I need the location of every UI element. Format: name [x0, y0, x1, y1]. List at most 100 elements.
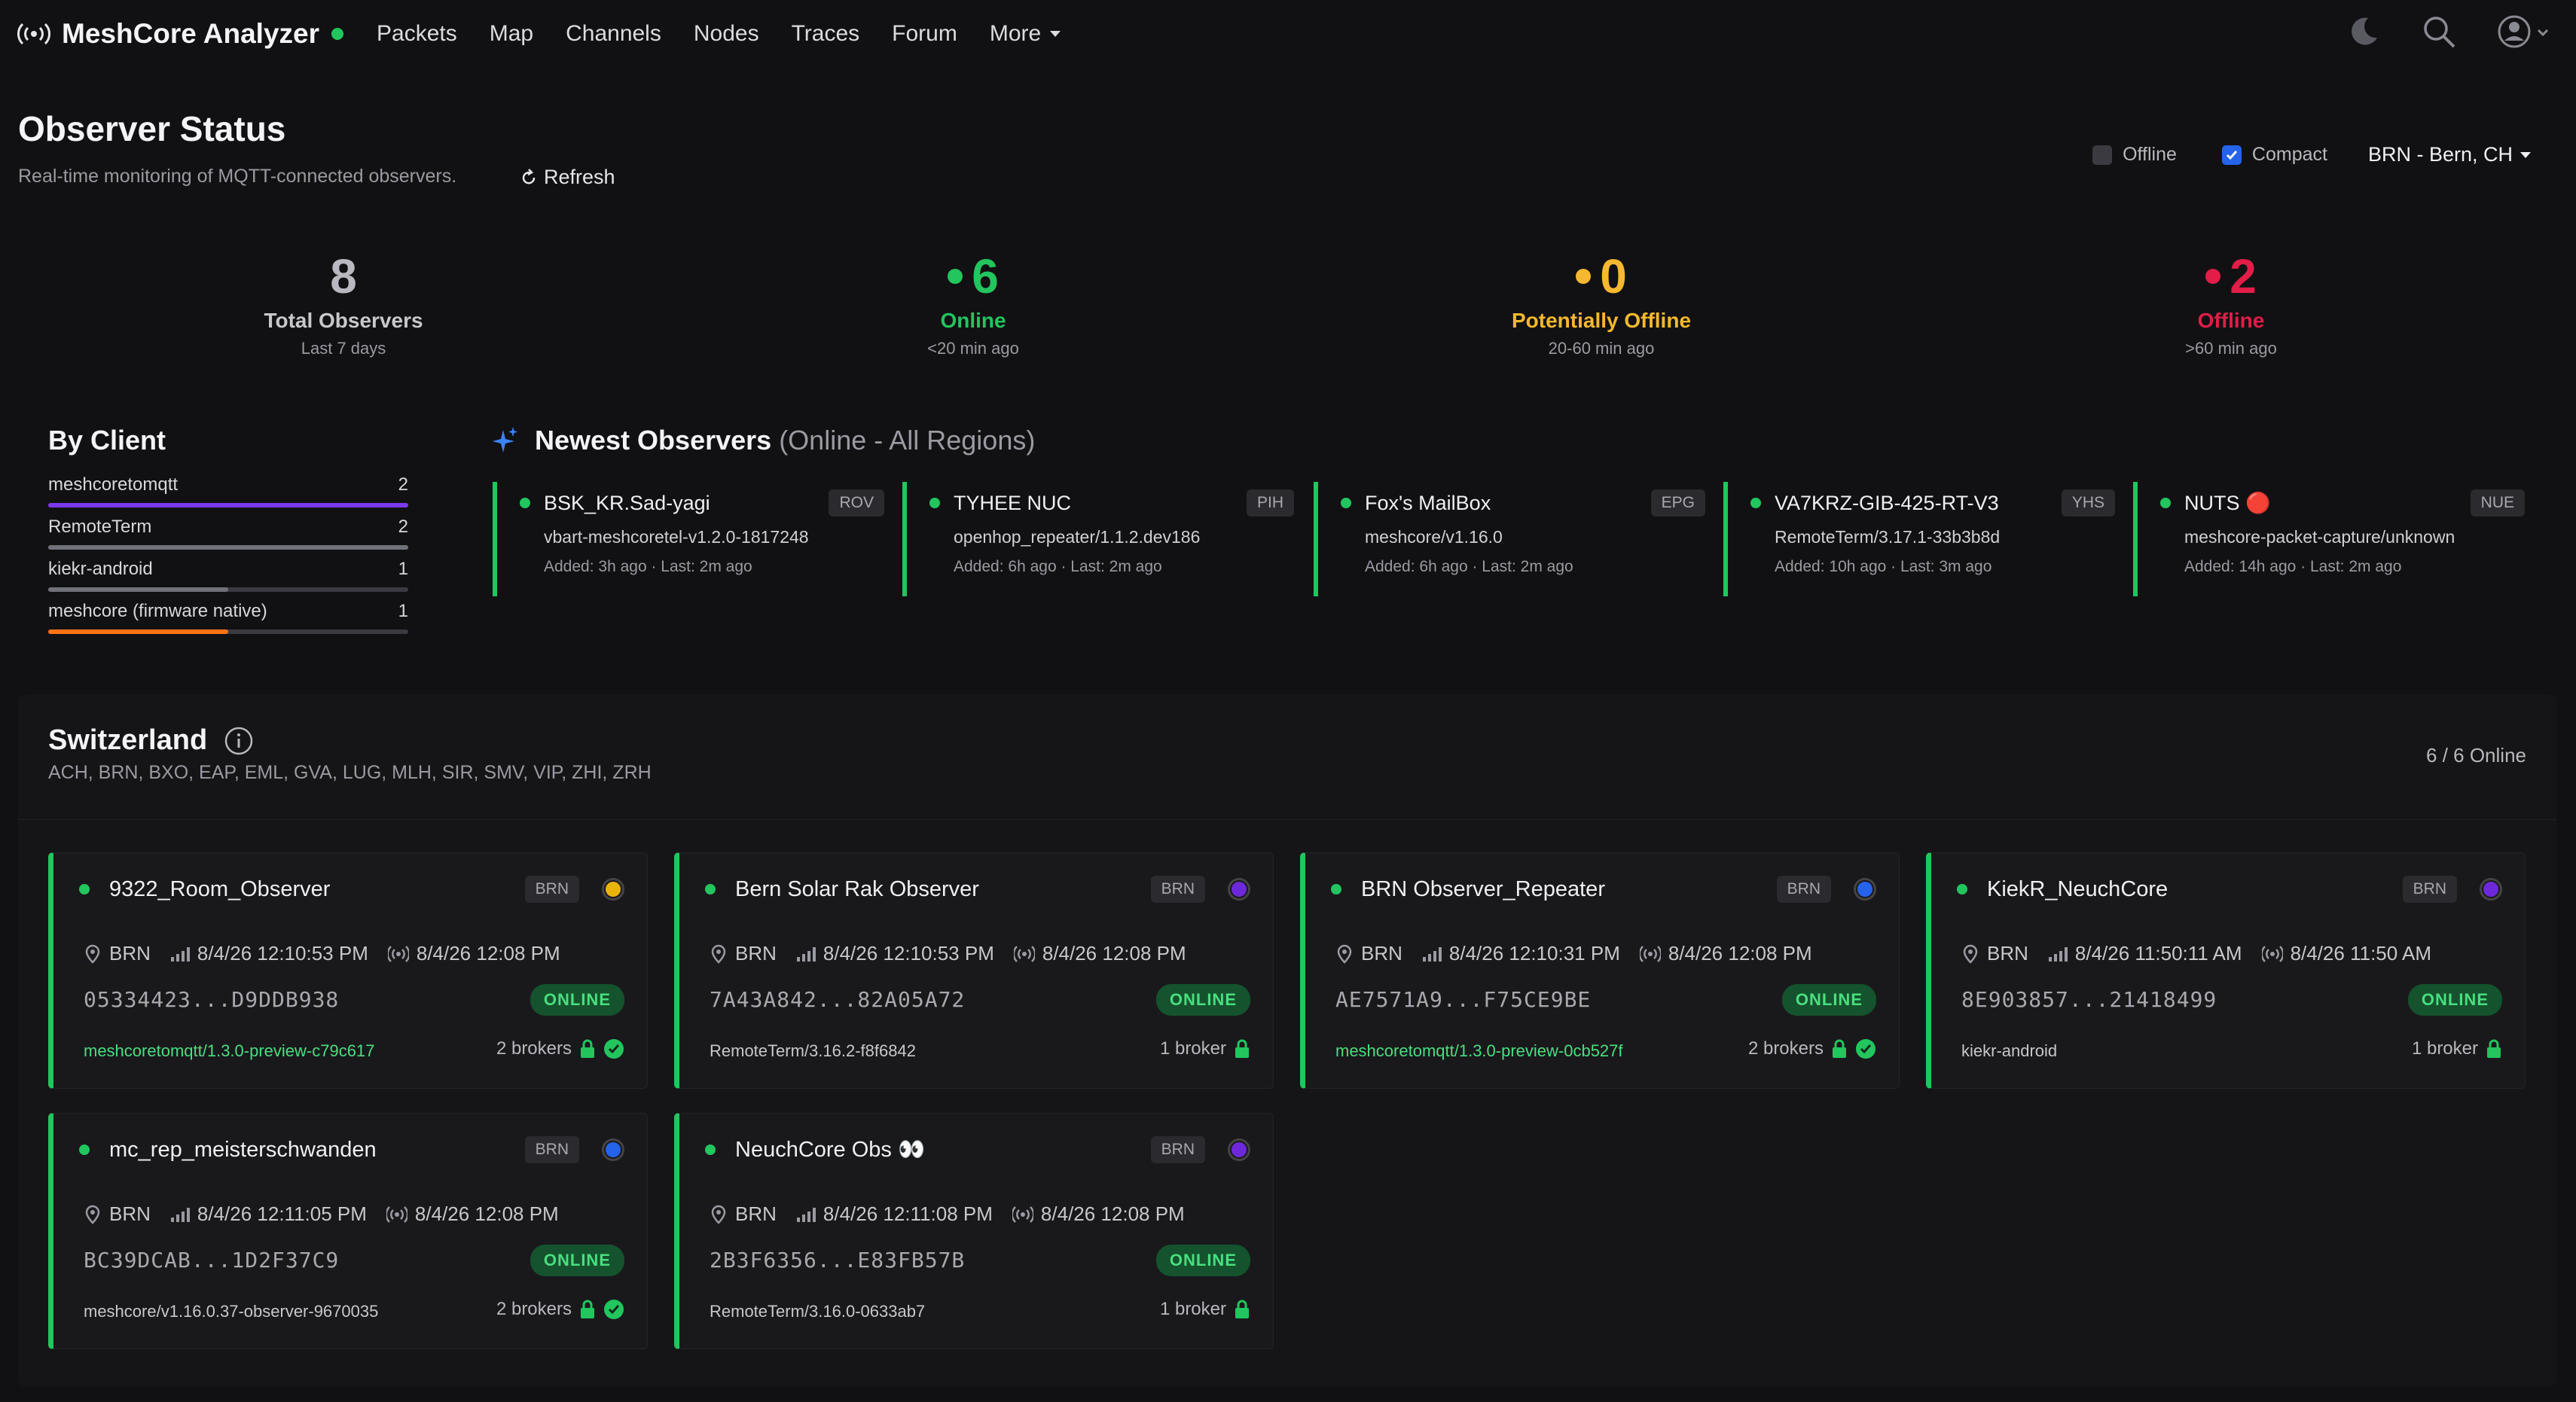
stat-status-dot	[948, 269, 963, 284]
compact-filter[interactable]: Compact	[2221, 144, 2327, 166]
observer-name: mc_rep_meisterschwanden	[109, 1137, 377, 1162]
online-dot	[705, 1144, 716, 1155]
observer-card[interactable]: BRN Observer_Repeater BRN BRN 8/4/26 12:…	[1300, 852, 1900, 1089]
client-color-fill	[606, 882, 621, 897]
search-icon[interactable]	[2421, 14, 2457, 50]
observer-card[interactable]: mc_rep_meisterschwanden BRN BRN 8/4/26 1…	[48, 1113, 648, 1349]
observer-last-packet: 8/4/26 12:11:05 PM	[170, 1202, 367, 1226]
online-dot	[2160, 498, 2171, 508]
newest-observer-card[interactable]: NUTS 🔴 NUE meshcore-packet-capture/unkno…	[2133, 482, 2525, 596]
observer-last-packet: 8/4/26 12:10:53 PM	[170, 942, 368, 965]
signal-bars-icon	[170, 1207, 190, 1222]
location-pin-icon	[711, 1205, 726, 1224]
client-color-fill	[1232, 1142, 1247, 1157]
user-menu-icon[interactable]	[2496, 14, 2553, 50]
refresh-icon	[522, 168, 536, 184]
observer-last-status: 8/4/26 11:50 AM	[2261, 942, 2431, 965]
client-row[interactable]: kiekr-android 1	[48, 559, 408, 601]
observer-last-packet: 8/4/26 12:11:08 PM	[796, 1202, 993, 1226]
region-online-count: 6 / 6 Online	[2426, 744, 2526, 767]
observer-title-wrap: mc_rep_meisterschwanden	[79, 1138, 525, 1163]
location-pin-icon	[711, 944, 726, 964]
observer-card[interactable]: 9322_Room_Observer BRN BRN 8/4/26 12:10:…	[48, 852, 648, 1089]
lock-icon	[1833, 1039, 1846, 1058]
observer-last-status: 8/4/26 12:08 PM	[386, 1202, 559, 1226]
brand[interactable]: MeshCore Analyzer	[17, 18, 344, 50]
info-icon[interactable]	[224, 726, 254, 756]
observer-last-packet-value: 8/4/26 12:10:31 PM	[1448, 942, 1620, 965]
observer-card[interactable]: NeuchCore Obs 👀 BRN BRN 8/4/26 12:11:08 …	[674, 1113, 1274, 1349]
observer-location-value: BRN	[1987, 942, 2028, 965]
offline-filter[interactable]: Offline	[2092, 144, 2177, 166]
nav-forum[interactable]: Forum	[892, 21, 957, 47]
compact-checkbox[interactable]	[2221, 145, 2242, 165]
client-count: 1	[398, 601, 408, 621]
check-icon	[2226, 150, 2238, 160]
observer-public-key[interactable]: AE7571A9...F75CE9BE	[1335, 987, 1591, 1012]
nav-map[interactable]: Map	[490, 21, 533, 47]
client-bar	[48, 587, 408, 592]
nav-nodes[interactable]: Nodes	[694, 21, 759, 47]
nav-links: Packets Map Channels Nodes Traces Forum …	[377, 21, 1093, 47]
observer-brokers: 1 broker	[2412, 1038, 2502, 1059]
client-bar-fill	[48, 587, 228, 592]
region-tag: YHS	[2061, 489, 2115, 517]
lock-icon	[1235, 1300, 1249, 1318]
nav-packets[interactable]: Packets	[377, 21, 457, 47]
client-count: 1	[398, 559, 408, 579]
location-pin-icon	[1337, 944, 1352, 964]
observer-meta: BRN 8/4/26 12:10:31 PM 8/4/26 12:08 PM	[1335, 942, 1832, 965]
observer-brokers: 1 broker	[1160, 1299, 1250, 1320]
observer-card[interactable]: KiekR_NeuchCore BRN BRN 8/4/26 11:50:11 …	[1926, 852, 2526, 1089]
client-color-fill	[2483, 882, 2498, 897]
observer-public-key[interactable]: 7A43A842...82A05A72	[710, 987, 965, 1012]
nav-icons	[2306, 14, 2553, 50]
chevron-down-icon	[2520, 151, 2531, 158]
observer-location: BRN	[1335, 942, 1402, 965]
region-select[interactable]: BRN - Bern, CH	[2368, 143, 2531, 166]
lock-icon	[1235, 1039, 1249, 1058]
online-dot	[1750, 498, 1761, 508]
observer-brokers: 2 brokers	[496, 1299, 624, 1320]
region-tag: BRN	[1776, 876, 1831, 903]
observer-location: BRN	[84, 1202, 151, 1226]
newest-observer-version: vbart-meshcoretel-v1.2.0-1817248	[544, 527, 809, 547]
moon-icon[interactable]	[2346, 14, 2382, 50]
observer-brokers-count: 1 broker	[2411, 1038, 2478, 1059]
observer-brokers: 2 brokers	[1748, 1038, 1876, 1059]
broadcast-icon	[1012, 1205, 1033, 1223]
observer-location-value: BRN	[109, 1202, 151, 1225]
newest-observers-scope: (Online - All Regions)	[779, 425, 1036, 456]
nav-traces[interactable]: Traces	[792, 21, 860, 47]
observer-location: BRN	[710, 1202, 777, 1226]
stat-subtext: >60 min ago	[2185, 339, 2277, 358]
client-row[interactable]: RemoteTerm 2	[48, 517, 408, 559]
newest-observers-title: Newest Observers	[535, 425, 772, 456]
observer-location-value: BRN	[109, 942, 151, 965]
region-tag: EPG	[1650, 489, 1705, 517]
stat-card: 8 Total Observers Last 7 days	[193, 248, 494, 358]
newest-observer-card[interactable]: TYHEE NUC PIH openhop_repeater/1.1.2.dev…	[902, 482, 1294, 596]
refresh-button[interactable]: Refresh	[520, 166, 615, 189]
observer-public-key[interactable]: 05334423...D9DDB938	[84, 987, 339, 1012]
online-dot	[520, 498, 530, 508]
observer-card[interactable]: Bern Solar Rak Observer BRN BRN 8/4/26 1…	[674, 852, 1274, 1089]
client-row[interactable]: meshcoretomqtt 2	[48, 474, 408, 517]
broadcast-icon	[386, 1205, 407, 1223]
observer-last-packet-value: 8/4/26 12:10:53 PM	[823, 942, 994, 965]
client-row[interactable]: meshcore (firmware native) 1	[48, 601, 408, 643]
observer-name: NeuchCore Obs 👀	[735, 1138, 926, 1162]
newest-observer-card[interactable]: VA7KRZ-GIB-425-RT-V3 YHS RemoteTerm/3.17…	[1723, 482, 2115, 596]
offline-checkbox[interactable]	[2092, 145, 2113, 165]
newest-observer-name: VA7KRZ-GIB-425-RT-V3	[1775, 491, 1999, 514]
nav-more-dropdown[interactable]: More	[990, 21, 1061, 47]
observer-public-key[interactable]: 2B3F6356...E83FB57B	[710, 1248, 965, 1272]
newest-observer-card[interactable]: BSK_KR.Sad-yagi ROV vbart-meshcoretel-v1…	[493, 482, 884, 596]
observer-meta: BRN 8/4/26 11:50:11 AM 8/4/26 11:50 AM	[1961, 942, 2451, 965]
observer-public-key[interactable]: BC39DCAB...1D2F37C9	[84, 1248, 339, 1272]
nav-channels[interactable]: Channels	[566, 21, 661, 47]
newest-observer-card[interactable]: Fox's MailBox EPG meshcore/v1.16.0 Added…	[1314, 482, 1705, 596]
client-color-indicator	[1228, 878, 1250, 901]
observer-location-value: BRN	[735, 1202, 777, 1225]
observer-public-key[interactable]: 8E903857...21418499	[1961, 987, 2217, 1012]
